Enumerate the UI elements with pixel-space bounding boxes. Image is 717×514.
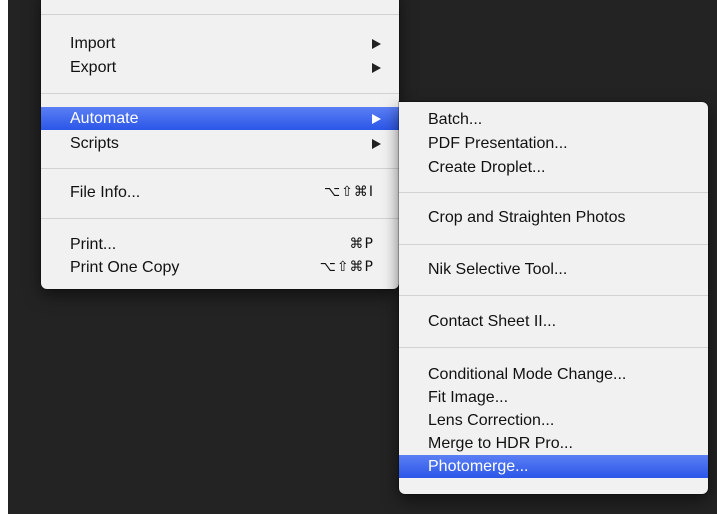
menu-item-label: Fit Image... — [428, 389, 509, 406]
submenu-item-merge-to-hdr-pro[interactable]: Merge to HDR Pro... — [399, 432, 708, 455]
keyboard-shortcut: ⌥⇧⌘I — [324, 184, 374, 200]
menu-item-label: Merge to HDR Pro... — [428, 435, 573, 452]
menu-item-label: Export — [70, 59, 117, 76]
menu-separator — [399, 295, 708, 296]
menu-separator — [399, 347, 708, 348]
submenu-arrow-icon — [372, 63, 381, 73]
menu-item-label: Scripts — [70, 135, 119, 152]
submenu-item-crop-straighten[interactable]: Crop and Straighten Photos — [399, 206, 708, 229]
menu-item-label: Photomerge... — [428, 458, 529, 475]
submenu-item-conditional-mode-change[interactable]: Conditional Mode Change... — [399, 363, 708, 386]
menu-item-label: Contact Sheet II... — [428, 313, 557, 330]
submenu-item-nik-selective-tool[interactable]: Nik Selective Tool... — [399, 258, 708, 281]
submenu-item-contact-sheet[interactable]: Contact Sheet II... — [399, 310, 708, 333]
submenu-arrow-icon — [372, 114, 381, 124]
menu-item-scripts[interactable]: Scripts — [41, 132, 399, 155]
menu-separator — [399, 244, 708, 245]
menu-item-automate[interactable]: Automate — [41, 107, 399, 130]
submenu-item-lens-correction[interactable]: Lens Correction... — [399, 409, 708, 432]
menu-separator — [41, 14, 399, 15]
menu-item-label: PDF Presentation... — [428, 135, 568, 152]
submenu-item-pdf-presentation[interactable]: PDF Presentation... — [399, 132, 708, 155]
menu-separator — [41, 168, 399, 169]
menu-separator — [41, 218, 399, 219]
keyboard-shortcut: ⌥⇧⌘P — [319, 259, 374, 275]
menu-separator — [41, 93, 399, 94]
menu-item-file-info[interactable]: File Info... ⌥⇧⌘I — [41, 181, 399, 204]
submenu-item-photomerge[interactable]: Photomerge... — [399, 455, 708, 478]
menu-item-print[interactable]: Print... ⌘P — [41, 233, 399, 256]
menu-item-label: Print... — [70, 236, 117, 253]
menu-separator — [399, 192, 708, 193]
menu-item-export[interactable]: Export — [41, 56, 399, 79]
menu-item-label: Nik Selective Tool... — [428, 261, 568, 278]
menu-item-label: Lens Correction... — [428, 412, 555, 429]
menu-item-label: Import — [70, 35, 116, 52]
menu-item-label: Conditional Mode Change... — [428, 366, 627, 383]
menu-item-label: Print One Copy — [70, 259, 180, 276]
menu-item-label: Automate — [70, 110, 139, 127]
submenu-item-create-droplet[interactable]: Create Droplet... — [399, 156, 708, 179]
keyboard-shortcut: ⌘P — [349, 236, 374, 252]
submenu-item-fit-image[interactable]: Fit Image... — [399, 386, 708, 409]
menu-item-label: Crop and Straighten Photos — [428, 209, 626, 226]
desktop-background: Import Export Automate Scripts File Info… — [8, 0, 717, 514]
menu-item-import[interactable]: Import — [41, 32, 399, 55]
menu-item-label: Batch... — [428, 111, 483, 128]
menu-item-label: File Info... — [70, 184, 141, 201]
menu-item-label: Create Droplet... — [428, 159, 546, 176]
submenu-arrow-icon — [372, 39, 381, 49]
file-menu: Import Export Automate Scripts File Info… — [41, 0, 399, 289]
menu-item-print-one-copy[interactable]: Print One Copy ⌥⇧⌘P — [41, 256, 399, 279]
submenu-item-batch[interactable]: Batch... — [399, 108, 708, 131]
submenu-arrow-icon — [372, 139, 381, 149]
automate-submenu: Batch... PDF Presentation... Create Drop… — [399, 102, 708, 494]
